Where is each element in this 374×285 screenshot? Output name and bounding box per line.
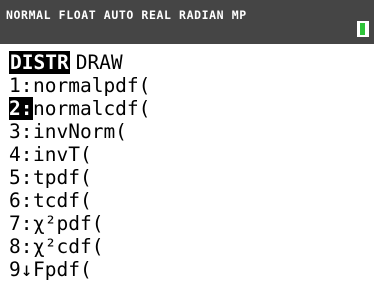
menu-item-chi2pdf[interactable]: 7:χ²pdf(	[9, 212, 150, 235]
menu-item-invnorm[interactable]: 3:invNorm(	[9, 120, 150, 143]
menu-item-invt[interactable]: 4:invT(	[9, 143, 150, 166]
tab-distr[interactable]: DISTR	[9, 51, 70, 74]
battery-level	[360, 23, 365, 35]
item-label: χ²pdf(	[33, 212, 104, 235]
menu-item-tcdf[interactable]: 6:tcdf(	[9, 189, 150, 212]
item-number-selected: 2:	[9, 97, 33, 120]
calculator-screen: NORMAL FLOAT AUTO REAL RADIAN MP DISTR DR…	[0, 0, 374, 285]
item-label: normalcdf(	[33, 97, 151, 120]
tab-draw[interactable]: DRAW	[76, 51, 123, 74]
item-number: 7:	[9, 212, 33, 235]
distr-menu: DISTR DRAW 1:normalpdf( 2:normalcdf( 3:in…	[9, 51, 150, 281]
item-label: tcdf(	[33, 189, 92, 212]
menu-item-normalpdf[interactable]: 1:normalpdf(	[9, 74, 150, 97]
item-number: 9↓	[9, 258, 33, 281]
item-number: 1:	[9, 74, 33, 97]
item-label: χ²cdf(	[33, 235, 104, 258]
item-label: invT(	[33, 143, 92, 166]
menu-item-fpdf[interactable]: 9↓Fpdf(	[9, 258, 150, 281]
item-label: tpdf(	[33, 166, 92, 189]
battery-icon	[357, 21, 369, 37]
menu-item-tpdf[interactable]: 5:tpdf(	[9, 166, 150, 189]
item-label: invNorm(	[33, 120, 127, 143]
item-number: 3:	[9, 120, 33, 143]
item-number: 8:	[9, 235, 33, 258]
status-bar: NORMAL FLOAT AUTO REAL RADIAN MP	[0, 0, 374, 44]
item-label: Fpdf(	[33, 258, 92, 281]
menu-tabs: DISTR DRAW	[9, 51, 150, 74]
item-number: 6:	[9, 189, 33, 212]
menu-item-chi2cdf[interactable]: 8:χ²cdf(	[9, 235, 150, 258]
item-label: normalpdf(	[33, 74, 151, 97]
mode-status: NORMAL FLOAT AUTO REAL RADIAN MP	[6, 8, 247, 22]
item-number: 5:	[9, 166, 33, 189]
item-number: 4:	[9, 143, 33, 166]
menu-item-normalcdf[interactable]: 2:normalcdf(	[9, 97, 150, 120]
